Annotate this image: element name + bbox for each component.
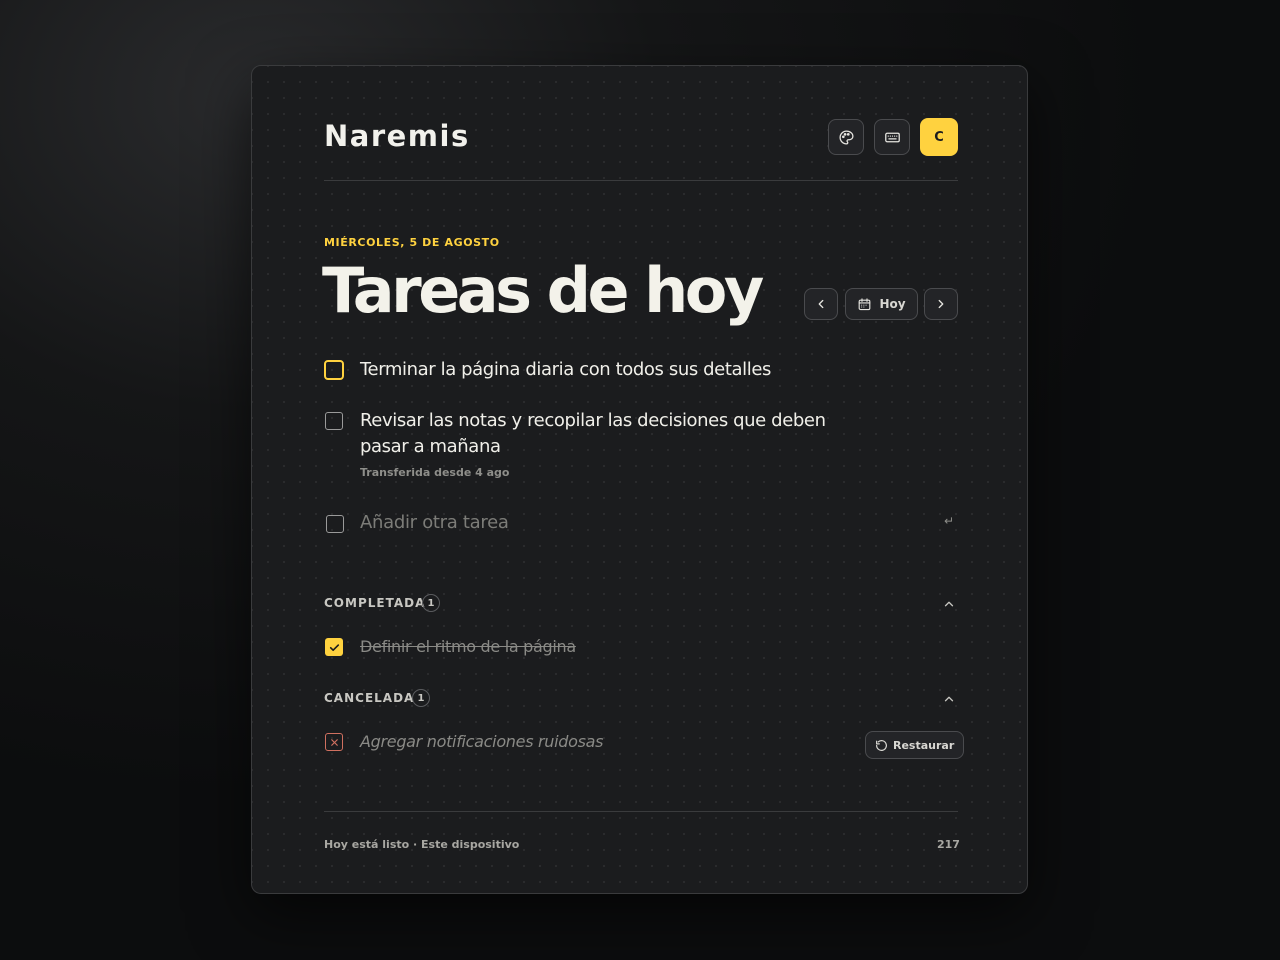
palette-icon [838, 129, 854, 145]
date-label: MIÉRCOLES, 5 DE AGOSTO [324, 236, 500, 249]
task-text-line2[interactable]: pasar a mañana [360, 434, 501, 460]
restore-icon [876, 739, 887, 751]
chevron-up-icon [944, 601, 954, 607]
cancelled-section-label: CANCELADA [324, 691, 415, 705]
task-checkbox[interactable] [325, 412, 343, 430]
new-task-checkbox [326, 515, 344, 533]
cancelled-task-text: Agregar notificaciones ruidosas [360, 732, 604, 751]
theme-button[interactable] [828, 119, 864, 155]
cancelled-count-badge: 1 [412, 689, 430, 707]
previous-day-button[interactable] [804, 288, 838, 320]
today-button[interactable]: Hoy [845, 288, 918, 320]
completed-task-checkbox[interactable] [325, 638, 343, 656]
app-logo: Naremis [324, 119, 470, 153]
today-label: Hoy [879, 297, 906, 311]
completed-collapse-button[interactable] [942, 596, 956, 615]
header-divider [324, 180, 958, 181]
chevron-right-icon [938, 299, 944, 309]
next-day-button[interactable] [924, 288, 958, 320]
footer-status: Hoy está listo · Este dispositivo [324, 838, 520, 851]
completed-section-label: COMPLETADA [324, 596, 426, 610]
calendar-icon [859, 297, 871, 310]
enter-key-icon: ↵ [944, 514, 955, 528]
keyboard-shortcuts-button[interactable] [874, 119, 910, 155]
restore-button[interactable]: Restaurar [865, 731, 965, 759]
checkmark-icon [329, 643, 339, 651]
footer-divider [324, 811, 958, 812]
x-icon [330, 738, 338, 746]
task-text-line1[interactable]: Revisar las notas y recopilar las decisi… [360, 408, 826, 434]
completed-count-badge: 1 [422, 594, 440, 612]
keyboard-icon [884, 132, 900, 142]
app-card: Naremis C MIÉRCOLES, 5 DE AGOSTO Tareas … [251, 65, 1028, 894]
cancelled-collapse-button[interactable] [942, 691, 956, 710]
task-checkbox[interactable] [324, 360, 344, 380]
new-task-input[interactable]: Añadir otra tarea [360, 512, 509, 533]
page-title: Tareas de hoy [322, 254, 764, 327]
cancelled-task-checkbox[interactable] [325, 733, 343, 751]
chevron-up-icon [944, 696, 954, 702]
footer-count: 217 [937, 838, 960, 851]
chevron-left-icon [818, 299, 824, 309]
restore-label: Restaurar [893, 738, 955, 752]
user-avatar-button[interactable]: C [920, 118, 958, 156]
task-text[interactable]: Terminar la página diaria con todos sus … [360, 357, 771, 383]
task-transfer-note: Transferida desde 4 ago [360, 466, 510, 479]
completed-task-text[interactable]: Definir el ritmo de la página [360, 637, 576, 656]
